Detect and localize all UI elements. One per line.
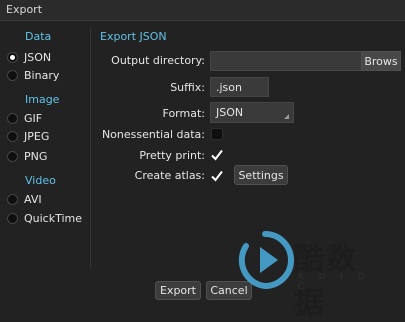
watermark-logo: 酷数据 K U I D C xyxy=(238,230,388,321)
group-label-data: Data xyxy=(25,30,52,43)
suffix-input[interactable]: .json xyxy=(210,77,269,97)
nonessential-checkbox[interactable] xyxy=(211,128,223,140)
radio-binary-label: Binary xyxy=(24,68,60,82)
check-icon xyxy=(211,170,223,182)
panel-title: Export JSON xyxy=(100,30,167,43)
atlas-settings-button[interactable]: Settings xyxy=(234,165,288,185)
radio-avi-label: AVI xyxy=(24,192,42,206)
radio-json[interactable]: JSON xyxy=(7,49,51,65)
radio-quicktime-label: QuickTime xyxy=(24,211,83,225)
group-label-video: Video xyxy=(25,174,56,187)
radio-avi-indicator[interactable] xyxy=(7,193,18,205)
format-select[interactable]: JSON xyxy=(210,102,294,123)
radio-jpeg-indicator[interactable] xyxy=(7,130,18,142)
window-title: Export xyxy=(6,3,43,16)
output-directory-label: Output directory: xyxy=(111,54,205,67)
watermark-subtext: K U I D C xyxy=(298,272,371,292)
browse-button[interactable]: Brows xyxy=(361,51,401,71)
radio-jpeg-label: JPEG xyxy=(24,129,50,143)
radio-quicktime[interactable]: QuickTime xyxy=(7,210,82,226)
radio-gif[interactable]: GIF xyxy=(7,110,42,126)
format-label: Format: xyxy=(162,107,205,120)
create-atlas-label: Create atlas: xyxy=(134,169,205,182)
radio-avi[interactable]: AVI xyxy=(7,191,42,207)
radio-binary-indicator[interactable] xyxy=(7,69,18,81)
radio-png[interactable]: PNG xyxy=(7,148,47,164)
nonessential-label: Nonessential data: xyxy=(101,128,205,141)
radio-quicktime-indicator[interactable] xyxy=(7,212,18,224)
group-label-image: Image xyxy=(25,93,60,106)
export-button[interactable]: Export xyxy=(155,281,201,300)
radio-png-indicator[interactable] xyxy=(7,150,18,162)
window-titlebar: Export xyxy=(0,0,405,21)
pretty-print-checkbox[interactable] xyxy=(210,148,224,162)
pretty-print-label: Pretty print: xyxy=(139,149,205,162)
output-directory-input[interactable] xyxy=(210,51,362,71)
check-icon xyxy=(211,149,223,161)
radio-json-label: JSON xyxy=(24,50,52,64)
format-select-value: JSON xyxy=(216,106,244,119)
suffix-label: Suffix: xyxy=(170,81,205,94)
radio-jpeg[interactable]: JPEG xyxy=(7,128,49,144)
radio-png-label: PNG xyxy=(24,149,48,163)
radio-gif-label: GIF xyxy=(24,111,43,125)
dropdown-arrow-icon xyxy=(284,114,289,119)
radio-gif-indicator[interactable] xyxy=(7,112,18,124)
radio-binary[interactable]: Binary xyxy=(7,67,59,83)
create-atlas-checkbox[interactable] xyxy=(210,169,224,183)
radio-json-indicator[interactable] xyxy=(7,51,18,63)
sidebar-divider xyxy=(90,27,91,269)
